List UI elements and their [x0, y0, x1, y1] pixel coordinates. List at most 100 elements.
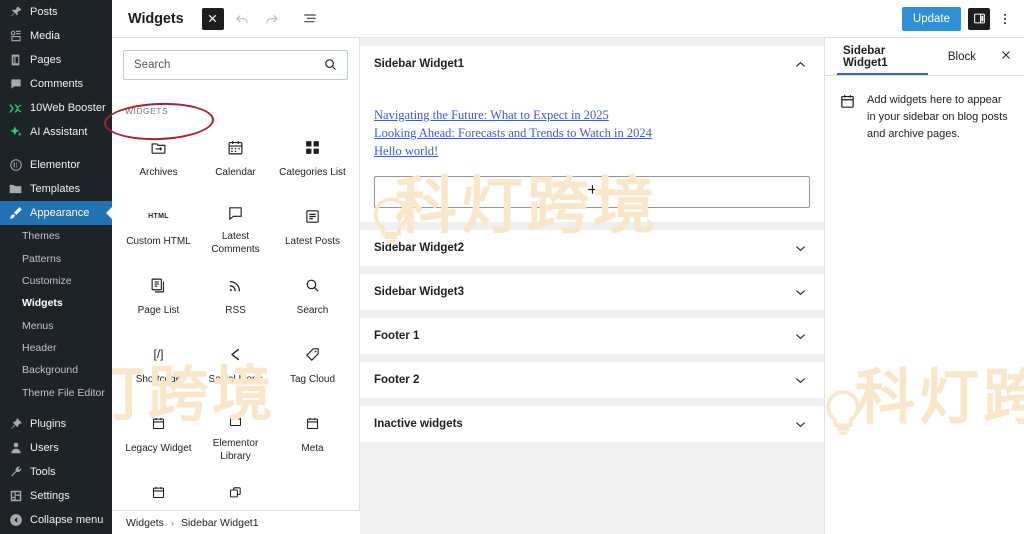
vertical-dots-icon [998, 12, 1012, 26]
sidebar-item-ai-assistant[interactable]: AI Assistant [0, 120, 112, 144]
inserter-item-latest-comments[interactable]: Latest Comments [197, 195, 274, 261]
post-list-icon [304, 205, 321, 227]
widget-area-icon [839, 92, 857, 143]
sidebar-item-appearance[interactable]: Appearance [0, 201, 112, 225]
sidebar-item-settings[interactable]: Settings [0, 484, 112, 508]
inserter-item-categories-list[interactable]: Categories List [274, 126, 351, 192]
inserter-item-label: Legacy Widget [125, 443, 192, 454]
widget-area-header[interactable]: Sidebar Widget3 [360, 274, 824, 310]
widget-area-title: Sidebar Widget1 [374, 58, 464, 70]
tab-block[interactable]: Block [942, 38, 982, 75]
inserter-item-latest-posts[interactable]: Latest Posts [274, 195, 351, 261]
chevron-up-icon[interactable] [793, 57, 808, 72]
sidebar-item-media[interactable]: Media [0, 24, 112, 48]
inserter-item-legacy-widget[interactable]: Legacy Widget [120, 402, 197, 468]
wrench-icon [8, 465, 23, 480]
sidebar-item-label: Users [30, 441, 59, 454]
search-input[interactable] [123, 50, 348, 80]
widget-area-sidebar-widget1: Sidebar Widget1 Navigating the Future: W… [360, 46, 824, 223]
submenu-item-background[interactable]: Background [0, 359, 112, 381]
redo-arrow-icon [264, 11, 280, 27]
inserter-item-label: Calendar [215, 167, 256, 178]
sidebar-item-label: 10Web Booster [30, 101, 106, 114]
widget-area-header[interactable]: Footer 1 [360, 318, 824, 354]
submenu-item-menus[interactable]: Menus [0, 315, 112, 337]
inserter-item-rss[interactable]: RSS [197, 264, 274, 330]
close-icon [1000, 48, 1012, 66]
submenu-item-customize[interactable]: Customize [0, 270, 112, 292]
recent-post-link[interactable]: Hello world! [374, 142, 810, 160]
widget-area-inactive-widgets: Inactive widgets [360, 406, 824, 443]
redo-button[interactable] [260, 7, 284, 31]
inserter-widget-grid: Archives Calendar Categories List HTML C… [112, 116, 359, 534]
brush-icon [8, 206, 23, 221]
tag-icon [304, 343, 321, 365]
inserter-item-label: Page List [137, 305, 180, 316]
undo-button[interactable] [230, 7, 254, 31]
sidebar-item-comments[interactable]: Comments [0, 72, 112, 96]
widget-area-header[interactable]: Footer 2 [360, 362, 824, 398]
inserter-item-meta[interactable]: Meta [274, 402, 351, 468]
inserter-item-search[interactable]: Search [274, 264, 351, 330]
inserter-item-elementor-library[interactable]: Elementor Library [197, 402, 274, 468]
sidebar-item-tools[interactable]: Tools [0, 460, 112, 484]
tab-sidebar-widget1[interactable]: Sidebar Widget1 [837, 38, 928, 75]
editor-header: Widgets Update [112, 0, 1024, 38]
sidebar-item-plugins[interactable]: Plugins [0, 412, 112, 436]
sidebar-item-collapse-menu[interactable]: Collapse menu [0, 508, 112, 532]
submenu-item-header[interactable]: Header [0, 337, 112, 359]
chevron-down-icon[interactable] [793, 329, 808, 344]
inserter-item-custom-html[interactable]: HTML Custom HTML [120, 195, 197, 261]
inserter-item-shortcode[interactable]: [/] Shortcode [120, 333, 197, 399]
widget-area-header[interactable]: Sidebar Widget1 [360, 46, 824, 82]
submenu-item-widgets[interactable]: Widgets [0, 292, 112, 314]
recent-post-link[interactable]: Looking Ahead: Forecasts and Trends to W… [374, 124, 810, 142]
sidebar-item-elementor[interactable]: Elementor [0, 153, 112, 177]
more-options-button[interactable] [997, 7, 1013, 31]
pages-stack-icon [150, 274, 167, 296]
inserter-item-label: Latest Comments [211, 231, 260, 255]
search-icon [304, 274, 321, 296]
inserter-item-label: Archives [139, 167, 178, 178]
inserter-item-calendar[interactable]: Calendar [197, 126, 274, 192]
rss-icon [227, 274, 244, 296]
chevron-down-icon[interactable] [793, 373, 808, 388]
widget-area-header[interactable]: Sidebar Widget2 [360, 230, 824, 266]
sidebar-item-users[interactable]: Users [0, 436, 112, 460]
sidebar-item-10web-booster[interactable]: 10Web Booster [0, 96, 112, 120]
recent-post-link[interactable]: Navigating the Future: What to Expect in… [374, 106, 810, 124]
inserter-item-tag-cloud[interactable]: Tag Cloud [274, 333, 351, 399]
sidebar-item-posts[interactable]: Posts [0, 0, 112, 24]
plug-icon [8, 417, 23, 432]
grid-four-icon [304, 136, 321, 158]
comment-icon [8, 77, 23, 92]
widget-area-header[interactable]: Inactive widgets [360, 406, 824, 442]
sidebar-item-templates[interactable]: Templates [0, 177, 112, 201]
block-appender-button[interactable] [374, 176, 810, 209]
submenu-item-theme-file-editor[interactable]: Theme File Editor [0, 382, 112, 404]
inserter-item-archives[interactable]: Archives [120, 126, 197, 192]
list-view-button[interactable] [298, 7, 322, 31]
breadcrumb: Widgets › Sidebar Widget1 [112, 510, 360, 534]
settings-sidebar-toggle[interactable] [968, 7, 990, 30]
settings-panel-icon [973, 12, 986, 25]
breadcrumb-root[interactable]: Widgets [126, 517, 164, 529]
undo-arrow-icon [234, 11, 250, 27]
update-button[interactable]: Update [901, 6, 961, 31]
sparkle-icon [8, 125, 23, 140]
close-settings-button[interactable] [996, 44, 1016, 70]
submenu-item-themes[interactable]: Themes [0, 225, 112, 247]
breadcrumb-current: Sidebar Widget1 [180, 516, 259, 529]
widget-area-title: Sidebar Widget2 [374, 242, 464, 255]
inserter-item-page-list[interactable]: Page List [120, 264, 197, 330]
chevron-down-icon[interactable] [793, 285, 808, 300]
sidebar-item-pages[interactable]: Pages [0, 48, 112, 72]
widget-area-title: Inactive widgets [374, 418, 463, 431]
booster-icon [8, 101, 23, 116]
chevron-down-icon[interactable] [793, 241, 808, 256]
chevron-down-icon[interactable] [793, 417, 808, 432]
inserter-item-social-icons[interactable]: Social Icons [197, 333, 274, 399]
toggle-inserter-button[interactable] [201, 7, 224, 30]
sliders-icon [8, 489, 23, 504]
submenu-item-patterns[interactable]: Patterns [0, 247, 112, 269]
